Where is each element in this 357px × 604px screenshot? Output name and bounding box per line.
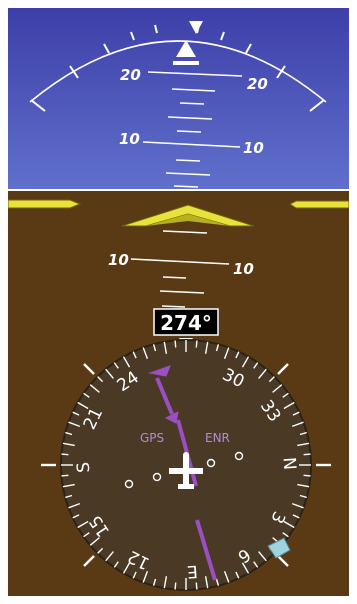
right-wing-bar [289, 200, 349, 209]
rose-tick [174, 582, 177, 590]
primary-flight-display: 20 20 10 10 10 10 274° W [0, 0, 349, 596]
flight-phase-label: ENR [205, 431, 230, 445]
heading-value: 274° [160, 311, 212, 335]
rose-tick [174, 340, 177, 348]
rose-tick [303, 453, 311, 456]
rose-label-W: W [0, 0, 9, 5]
rose-tick [195, 582, 198, 590]
rose-label-E: E [186, 561, 198, 582]
pitch-label-20-right: 20 [247, 75, 268, 93]
pitch-label-minus-10-right: 10 [233, 260, 254, 278]
rose-label-S: S [74, 461, 95, 473]
rose-tick [195, 340, 198, 348]
sky [8, 8, 349, 190]
pitch-label-10-right: 10 [243, 139, 264, 157]
rose-tick [61, 453, 69, 456]
pitch-label-20-left: 20 [120, 66, 141, 84]
rose-tick [61, 474, 69, 477]
left-wing-bar [8, 199, 82, 209]
pitch-label-10-left: 10 [119, 130, 140, 148]
rose-label-N: N [279, 457, 300, 471]
pitch-label-minus-10-left: 10 [108, 251, 129, 269]
nav-source-label: GPS [140, 431, 164, 445]
rose-tick [303, 474, 311, 477]
